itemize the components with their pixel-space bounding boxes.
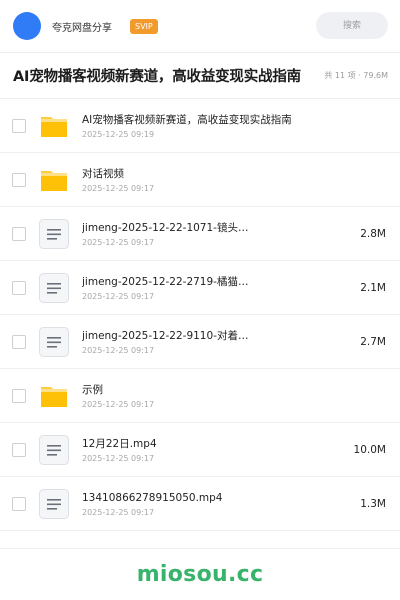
document-icon [38,218,70,250]
item-size: 10.0M [353,443,386,456]
row-checkbox[interactable] [12,388,26,403]
file-row[interactable]: jimeng-2025-12-22-2719-橘猫… 2025-12-25 09:… [0,261,400,315]
folder-icon [38,380,70,412]
file-row[interactable]: 13410866278915050.mp4 2025-12-25 09:17 1.3… [0,477,400,531]
item-size: 2.1M [360,281,386,294]
row-text: 示例 2025-12-25 09:17 [82,383,340,410]
folder-icon [38,110,70,142]
row-text: jimeng-2025-12-22-1071-镜头… 2025-12-25 09:… [82,221,340,248]
brand-name: 夸克网盘分享 [52,22,112,34]
item-date: 2025-12-25 09:19 [82,130,155,139]
item-size: 1.3M [360,497,386,510]
page-title: AI宠物播客视频新赛道，高收益变现实战指南 [13,69,301,85]
file-row[interactable]: jimeng-2025-12-22-1071-镜头… 2025-12-25 09:… [0,207,400,261]
item-date: 2025-12-25 09:17 [82,346,155,355]
avatar[interactable] [13,12,41,40]
row-checkbox[interactable] [12,496,26,511]
item-name: 示例 [82,384,103,396]
row-text: 13410866278915050.mp4 2025-12-25 09:17 [82,491,340,518]
row-checkbox[interactable] [12,334,26,349]
search-input[interactable] [316,12,388,39]
row-checkbox[interactable] [12,226,26,241]
document-icon [38,434,70,466]
item-name: AI宠物播客视频新赛道，高收益变现实战指南 [82,114,292,126]
row-text: jimeng-2025-12-22-2719-橘猫… 2025-12-25 09:… [82,275,340,302]
item-name: 13410866278915050.mp4 [82,492,223,504]
item-size: 2.7M [360,335,386,348]
footer: miosou.cc [0,548,400,600]
item-date: 2025-12-25 09:17 [82,238,155,247]
row-checkbox[interactable] [12,442,26,457]
row-checkbox[interactable] [12,172,26,187]
site-watermark: miosou.cc [136,562,264,587]
item-date: 2025-12-25 09:17 [82,184,155,193]
folder-row[interactable]: 对话视频 2025-12-25 09:17 [0,153,400,207]
document-icon [38,326,70,358]
folder-icon [38,164,70,196]
file-row[interactable]: jimeng-2025-12-22-9110-对着… 2025-12-25 09:… [0,315,400,369]
top-bar: 夸克网盘分享 SVIP [0,0,400,52]
folder-row[interactable]: 示例 2025-12-25 09:17 [0,369,400,423]
title-row: AI宠物播客视频新赛道，高收益变现实战指南 共 11 项 · 79.6M [0,53,400,98]
item-name: 12月22日.mp4 [82,438,157,450]
row-checkbox[interactable] [12,118,26,133]
item-date: 2025-12-25 09:17 [82,454,155,463]
item-name: jimeng-2025-12-22-1071-镜头… [82,222,249,234]
folder-row[interactable]: AI宠物播客视频新赛道，高收益变现实战指南 2025-12-25 09:19 [0,99,400,153]
row-text: jimeng-2025-12-22-9110-对着… 2025-12-25 09:… [82,329,340,356]
row-text: AI宠物播客视频新赛道，高收益变现实战指南 2025-12-25 09:19 [82,113,340,140]
item-name: jimeng-2025-12-22-2719-橘猫… [82,276,249,288]
row-checkbox[interactable] [12,280,26,295]
item-name: jimeng-2025-12-22-9110-对着… [82,330,249,342]
document-icon [38,488,70,520]
app-root: 夸克网盘分享 SVIP AI宠物播客视频新赛道，高收益变现实战指南 共 11 项… [0,0,400,600]
row-text: 12月22日.mp4 2025-12-25 09:17 [82,437,340,464]
item-name: 对话视频 [82,168,124,180]
item-count-meta: 共 11 项 · 79.6M [324,71,388,80]
file-row[interactable]: 12月22日.mp4 2025-12-25 09:17 10.0M [0,423,400,477]
document-icon [38,272,70,304]
item-date: 2025-12-25 09:17 [82,292,155,301]
svip-badge: SVIP [130,18,158,34]
row-text: 对话视频 2025-12-25 09:17 [82,167,340,194]
file-list: AI宠物播客视频新赛道，高收益变现实战指南 2025-12-25 09:19 对话视… [0,99,400,531]
item-date: 2025-12-25 09:17 [82,508,155,517]
item-size: 2.8M [360,227,386,240]
item-date: 2025-12-25 09:17 [82,400,155,409]
